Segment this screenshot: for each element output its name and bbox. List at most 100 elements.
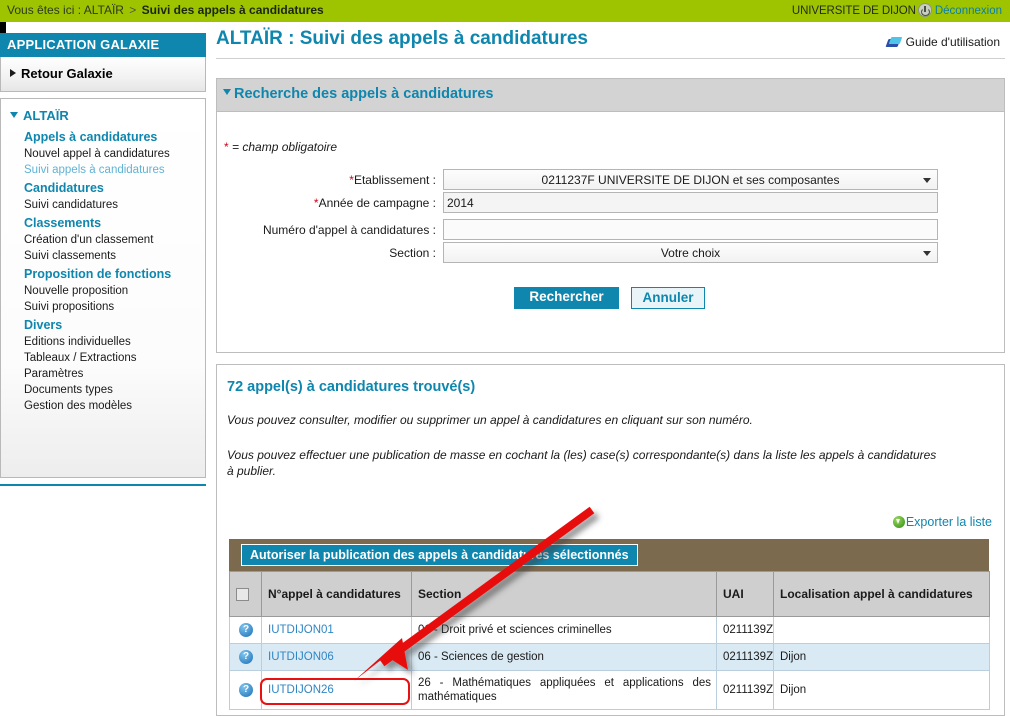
breadcrumb-current: Suivi des appels à candidatures [141, 3, 324, 17]
label-annee: *Année de campagne : [313, 196, 436, 210]
page-title: ALTAÏR : Suivi des appels à candidatures [216, 28, 588, 49]
row-uai-cell: 0211139Z [716, 616, 774, 644]
sidebar-group-classements[interactable]: Classements [1, 213, 205, 232]
row-localisation-cell: Dijon [773, 670, 990, 710]
sidebar-group-proposition[interactable]: Proposition de fonctions [1, 264, 205, 283]
chevron-down-icon [923, 178, 931, 183]
sidebar-return-galaxie[interactable]: Retour Galaxie [0, 57, 206, 92]
sidebar-bottom-rule [0, 484, 206, 486]
search-panel: Recherche des appels à candidatures * = … [216, 78, 1005, 353]
row-help-cell: ? [229, 670, 262, 710]
title-divider [216, 58, 1005, 59]
search-panel-header[interactable]: Recherche des appels à candidatures [217, 79, 1004, 112]
column-header-uai[interactable]: UAI [716, 571, 774, 617]
table-row: ? IUTDIJON26 26 - Mathématiques appliqué… [229, 670, 990, 710]
column-header-numero[interactable]: N°appel à candidatures [261, 571, 412, 617]
sidebar-root-altair[interactable]: ALTAÏR [1, 106, 205, 127]
university-name: UNIVERSITE DE DIJON [791, 5, 916, 17]
triangle-right-icon [10, 69, 16, 77]
sidebar-group-divers[interactable]: Divers [1, 315, 205, 334]
sidebar-item-gestion-modeles[interactable]: Gestion des modèles [1, 398, 205, 414]
form-row-annee: *Année de campagne : 2014 [217, 192, 1004, 216]
autoriser-publication-button[interactable]: Autoriser la publication des appels à ca… [241, 544, 638, 566]
help-icon[interactable]: ? [239, 623, 253, 637]
sidebar-item-documents-types[interactable]: Documents types [1, 382, 205, 398]
logout-link[interactable]: Déconnexion [935, 5, 1002, 17]
help-icon[interactable]: ? [239, 683, 253, 697]
row-localisation-cell [773, 616, 990, 644]
sidebar-item-creation-classement[interactable]: Création d'un classement [1, 232, 205, 248]
results-help-paragraph-1: Vous pouvez consulter, modifier ou suppr… [227, 413, 753, 427]
label-section-text: Section : [389, 246, 436, 260]
breadcrumb-prefix: Vous êtes ici : ALTAÏR [7, 3, 124, 17]
sidebar-item-suivi-propositions[interactable]: Suivi propositions [1, 299, 205, 315]
sidebar-item-nouvelle-proposition[interactable]: Nouvelle proposition [1, 283, 205, 299]
export-download-icon [892, 516, 905, 528]
sidebar-root-label: ALTAÏR [23, 108, 69, 123]
sidebar-item-suivi-appels[interactable]: Suivi appels à candidatures [1, 162, 205, 178]
results-table-toolbar: Autoriser la publication des appels à ca… [229, 539, 989, 571]
appels-table: N°appel à candidatures Section UAI Local… [229, 571, 990, 710]
sidebar-group-appels[interactable]: Appels à candidatures [1, 127, 205, 146]
table-row: ? IUTDIJON01 01 - Droit privé et science… [229, 616, 990, 644]
table-row: ? IUTDIJON06 06 - Sciences de gestion 02… [229, 643, 990, 671]
caret-down-icon [10, 112, 18, 118]
annee-campagne-input[interactable]: 2014 [443, 192, 938, 213]
label-etablissement-text: Etablissement : [353, 173, 436, 187]
sidebar-item-parametres[interactable]: Paramètres [1, 366, 205, 382]
results-help-paragraph-2: Vous pouvez effectuer une publication de… [227, 448, 937, 478]
sidebar-menu: ALTAÏR Appels à candidatures Nouvel appe… [0, 98, 206, 478]
sidebar-item-suivi-classements[interactable]: Suivi classements [1, 248, 205, 264]
sidebar-return-label: Retour Galaxie [21, 66, 113, 81]
session-area: UNIVERSITE DE DIJON Déconnexion [792, 3, 1002, 17]
appel-link[interactable]: IUTDIJON06 [268, 651, 334, 663]
sidebar-item-editions-individuelles[interactable]: Editions individuelles [1, 334, 205, 350]
sidebar-item-nouvel-appel[interactable]: Nouvel appel à candidatures [1, 146, 205, 162]
sidebar-item-suivi-candidatures[interactable]: Suivi candidatures [1, 197, 205, 213]
guide-link[interactable]: Guide d'utilisation [887, 35, 1000, 49]
row-section-cell: 06 - Sciences de gestion [411, 643, 717, 671]
rechercher-button[interactable]: Rechercher [514, 287, 619, 309]
book-icon [887, 37, 902, 48]
form-row-numero: Numéro d'appel à candidatures : [217, 219, 1004, 243]
results-table-wrapper: Autoriser la publication des appels à ca… [229, 539, 990, 710]
row-section-cell: 26 - Mathématiques appliquées et applica… [411, 670, 717, 710]
row-help-cell: ? [229, 616, 262, 644]
help-icon[interactable]: ? [239, 650, 253, 664]
annuler-button[interactable]: Annuler [631, 287, 705, 309]
chevron-down-icon [923, 251, 931, 256]
sidebar-group-candidatures[interactable]: Candidatures [1, 178, 205, 197]
row-numero-cell: IUTDIJON01 [261, 616, 412, 644]
sidebar-item-tableaux-extractions[interactable]: Tableaux / Extractions [1, 350, 205, 366]
export-list-link[interactable]: Exporter la liste [892, 515, 992, 529]
row-section-cell: 01 - Droit privé et sciences criminelles [411, 616, 717, 644]
appel-link[interactable]: IUTDIJON26 [268, 684, 334, 696]
results-panel: 72 appel(s) à candidatures trouvé(s) Vou… [216, 364, 1005, 716]
column-header-localisation[interactable]: Localisation appel à candidatures [773, 571, 990, 617]
column-header-section[interactable]: Section [411, 571, 717, 617]
form-row-section: Section : Votre choix [217, 242, 1004, 266]
power-icon[interactable] [917, 3, 932, 17]
label-numero-text: Numéro d'appel à candidatures : [262, 223, 436, 237]
label-numero: Numéro d'appel à candidatures : [217, 223, 436, 237]
label-annee-text: Année de campagne : [318, 196, 436, 210]
breadcrumb-separator: > [129, 3, 137, 17]
section-select[interactable]: Votre choix [443, 242, 938, 263]
appel-link[interactable]: IUTDIJON01 [268, 624, 334, 636]
breadcrumb-bar: Vous êtes ici : ALTAÏR > Suivi des appel… [0, 0, 1010, 22]
label-section: Section : [217, 246, 436, 260]
row-localisation-cell: Dijon [773, 643, 990, 671]
search-panel-title: Recherche des appels à candidatures [234, 86, 494, 102]
row-help-cell: ? [229, 643, 262, 671]
results-count-title: 72 appel(s) à candidatures trouvé(s) [227, 379, 476, 395]
caret-down-icon [223, 89, 231, 95]
row-uai-cell: 0211139Z [716, 643, 774, 671]
row-numero-cell: IUTDIJON26 [261, 670, 412, 710]
guide-link-label: Guide d'utilisation [905, 35, 1000, 49]
table-header-row: N°appel à candidatures Section UAI Local… [229, 571, 990, 617]
select-all-checkbox[interactable] [236, 588, 249, 602]
label-etablissement: *Etablissement : [349, 173, 436, 187]
etablissement-value: 0211237F UNIVERSITE DE DIJON et ses comp… [541, 173, 840, 187]
numero-appel-input[interactable] [443, 219, 938, 240]
etablissement-select[interactable]: 0211237F UNIVERSITE DE DIJON et ses comp… [443, 169, 938, 190]
